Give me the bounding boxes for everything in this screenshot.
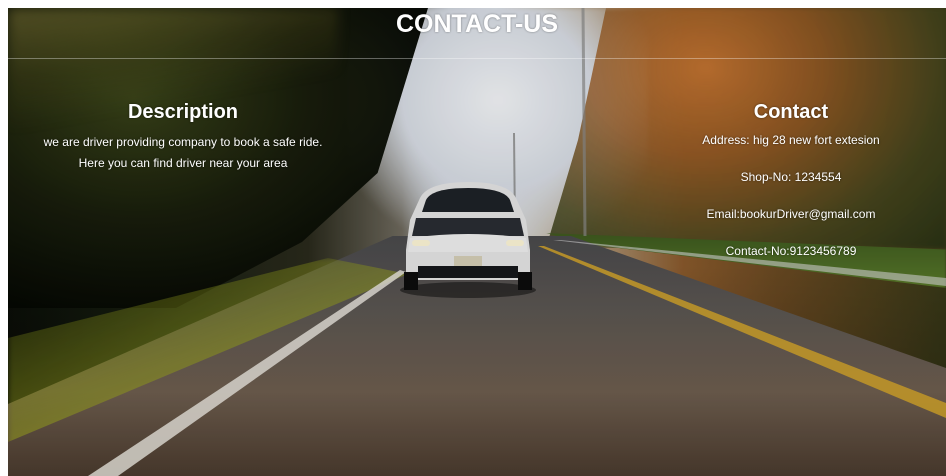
description-line-1: we are driver providing company to book … xyxy=(43,135,323,149)
contact-shop-number: Shop-No: 1234554 xyxy=(740,170,842,184)
description-section: Description we are driver providing comp… xyxy=(18,100,348,174)
contact-section: Contact Address: hig 28 new fort extesio… xyxy=(656,100,926,280)
description-line-2: Here you can find driver near your area xyxy=(78,156,288,170)
title-divider xyxy=(8,58,946,59)
contact-page: CONTACT-US Description we are driver pro… xyxy=(8,8,946,476)
contact-email: Email:bookurDriver@gmail.com xyxy=(706,207,876,221)
contact-phone: Contact-No:9123456789 xyxy=(725,244,857,258)
contact-address: Address: hig 28 new fort extesion xyxy=(702,133,880,147)
contact-heading: Contact xyxy=(753,101,829,123)
description-heading: Description xyxy=(127,101,239,123)
page-title: CONTACT-US xyxy=(395,10,559,38)
